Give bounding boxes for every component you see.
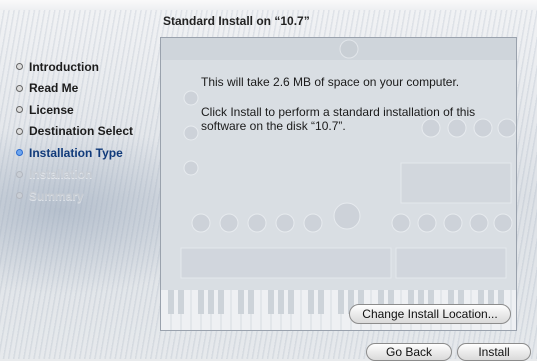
step-installation-type: Installation Type [16, 142, 133, 164]
step-destination-select: Destination Select [16, 121, 133, 143]
step-bullet-icon [16, 127, 23, 135]
step-read-me: Read Me [16, 78, 133, 100]
installer-steps-list: Introduction Read Me License Destination… [16, 56, 133, 207]
step-bullet-icon [16, 106, 23, 114]
step-license: License [16, 99, 133, 121]
step-label: Summary [29, 188, 84, 203]
step-bullet-icon [16, 84, 23, 92]
step-label: Read Me [29, 81, 79, 96]
step-label: Installation Type [29, 145, 123, 160]
go-back-button[interactable]: Go Back [366, 343, 452, 361]
step-label: Installation [29, 167, 93, 182]
step-introduction: Introduction [16, 56, 133, 78]
step-bullet-active-icon [16, 149, 23, 157]
install-instruction-text: Click Install to perform a standard inst… [201, 105, 476, 133]
step-label: Destination Select [29, 124, 134, 139]
install-info: This will take 2.6 MB of space on your c… [201, 75, 501, 149]
page-title: Standard Install on “10.7” [163, 14, 310, 28]
install-button[interactable]: Install [457, 343, 531, 361]
step-label: Introduction [29, 59, 99, 74]
step-label: License [29, 102, 74, 117]
step-bullet-icon [16, 192, 23, 200]
space-required-text: This will take 2.6 MB of space on your c… [201, 75, 460, 89]
window-top-edge [0, 0, 537, 10]
step-bullet-icon [16, 170, 23, 178]
step-bullet-icon [16, 63, 23, 71]
step-summary: Summary [16, 185, 133, 207]
change-install-location-button[interactable]: Change Install Location... [349, 304, 511, 324]
content-panel: This will take 2.6 MB of space on your c… [160, 37, 517, 331]
step-installation: Installation [16, 164, 133, 186]
